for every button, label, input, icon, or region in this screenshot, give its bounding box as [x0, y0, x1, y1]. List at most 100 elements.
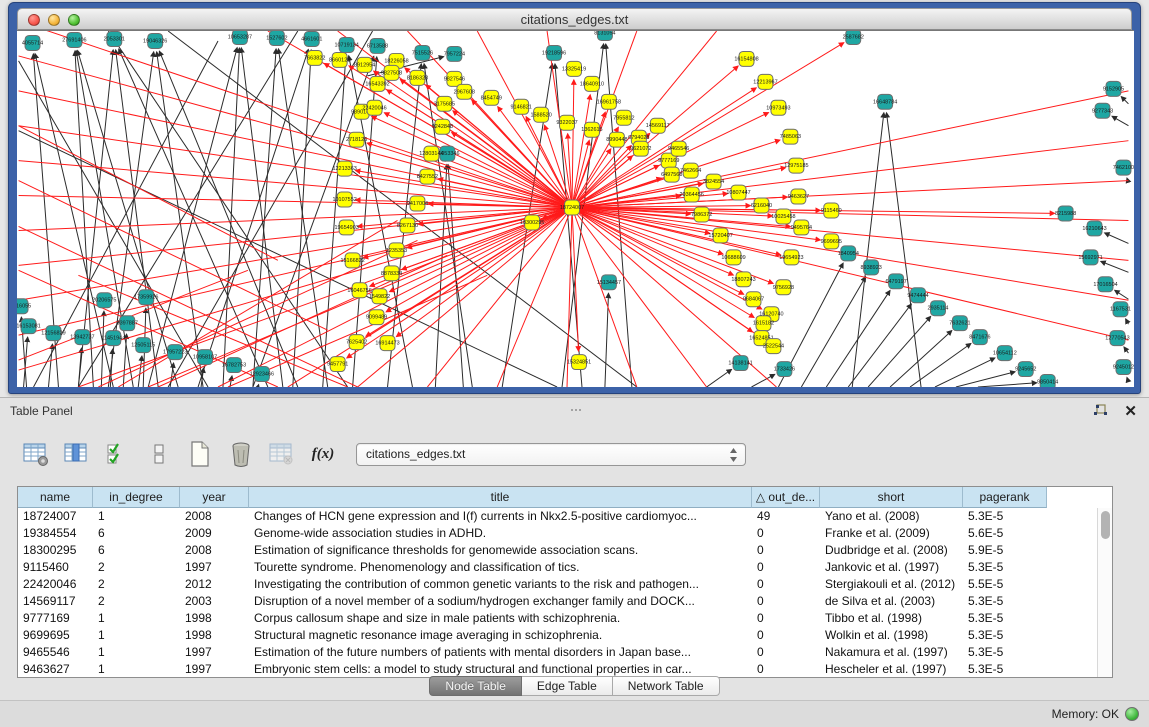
- table-cell[interactable]: 19384554: [18, 525, 93, 542]
- graph-edge[interactable]: [119, 49, 268, 387]
- graph-node[interactable]: 9242848: [432, 119, 453, 134]
- graph-edge[interactable]: [253, 49, 276, 387]
- table-cell[interactable]: 1: [93, 610, 180, 627]
- graph-edge[interactable]: [1127, 377, 1129, 382]
- table-cell[interactable]: 0: [752, 644, 820, 661]
- graph-edge[interactable]: [572, 95, 590, 208]
- graph-node[interactable]: 10807447: [726, 185, 750, 200]
- table-cell[interactable]: 5.6E-5: [963, 525, 1047, 542]
- table-cell[interactable]: Genome-wide association studies in ADHD.: [249, 525, 752, 542]
- table-cell[interactable]: 5.3E-5: [963, 610, 1047, 627]
- float-panel-icon[interactable]: [1093, 404, 1108, 418]
- table-cell[interactable]: 1998: [180, 627, 249, 644]
- column-header-pagerank[interactable]: pagerank: [963, 487, 1047, 508]
- graph-node[interactable]: 1235353: [386, 243, 407, 258]
- graph-node[interactable]: 9277343: [1092, 103, 1113, 118]
- graph-node[interactable]: 12213967: [753, 74, 777, 89]
- table-source-dropdown[interactable]: citations_edges.txt: [356, 443, 746, 466]
- graph-node[interactable]: 12770543: [1105, 331, 1129, 346]
- table-row[interactable]: 1872400712008Changes of HCN gene express…: [18, 508, 1112, 525]
- table-cell[interactable]: Dudbridge et al. (2008): [820, 542, 963, 559]
- graph-edge[interactable]: [78, 348, 81, 387]
- graph-node[interactable]: 7462100: [1113, 160, 1134, 175]
- graph-node[interactable]: 9417004: [407, 196, 428, 211]
- graph-node[interactable]: 9245652: [1015, 362, 1036, 377]
- graph-edge[interactable]: [910, 344, 971, 387]
- table-cell[interactable]: 2: [93, 559, 180, 576]
- graph-node[interactable]: 10688609: [721, 250, 745, 265]
- graph-node[interactable]: 6479197: [885, 274, 906, 289]
- graph-edge[interactable]: [1101, 261, 1129, 272]
- graph-node[interactable]: 9322037: [556, 115, 577, 130]
- graph-node[interactable]: 8912954: [354, 57, 375, 72]
- graph-edge[interactable]: [572, 80, 574, 208]
- graph-node[interactable]: 9495764: [791, 220, 812, 235]
- graph-node[interactable]: 2516055: [17, 299, 31, 314]
- table-cell[interactable]: 22420046: [18, 576, 93, 593]
- graph-node[interactable]: 2587682: [843, 30, 864, 44]
- graph-node[interactable]: 8938923: [861, 260, 882, 275]
- column-header-short[interactable]: short: [820, 487, 963, 508]
- table-cell[interactable]: Structural magnetic resonance image aver…: [249, 627, 752, 644]
- close-window-button[interactable]: [28, 14, 40, 26]
- table-cell[interactable]: 0: [752, 627, 820, 644]
- graph-node[interactable]: 17016504: [1093, 277, 1117, 292]
- table-cell[interactable]: 2: [93, 576, 180, 593]
- table-cell[interactable]: de Silva et al. (2003): [820, 593, 963, 610]
- column-edit-icon[interactable]: [63, 440, 91, 468]
- graph-node[interactable]: 9463627: [788, 189, 809, 204]
- graph-node[interactable]: 8215988: [1055, 206, 1076, 221]
- tab-node-table[interactable]: Node Table: [429, 676, 522, 696]
- table-cell[interactable]: 0: [752, 559, 820, 576]
- table-cell[interactable]: Jankovic et al. (1997): [820, 559, 963, 576]
- graph-edge[interactable]: [1126, 319, 1129, 324]
- graph-edge[interactable]: [19, 226, 358, 387]
- graph-node[interactable]: 13325419: [562, 61, 586, 76]
- graph-node[interactable]: 8878334: [381, 266, 402, 281]
- graph-node[interactable]: 2053301: [104, 31, 125, 46]
- column-header-name[interactable]: name: [18, 487, 93, 508]
- graph-node[interactable]: 3824554: [703, 174, 724, 189]
- table-cell[interactable]: 6: [93, 525, 180, 542]
- graph-node[interactable]: 14569117: [646, 118, 670, 133]
- graph-node[interactable]: 8471676: [969, 330, 990, 345]
- graph-node[interactable]: 7986372: [691, 207, 712, 222]
- graph-node[interactable]: 6713588: [367, 38, 388, 53]
- table-row[interactable]: 1830029562008Estimation of significance …: [18, 542, 1112, 559]
- graph-node[interactable]: 18807243: [731, 272, 755, 287]
- graph-node[interactable]: 12975185: [784, 158, 808, 173]
- graph-edge[interactable]: [572, 208, 1128, 341]
- table-cell[interactable]: 0: [752, 576, 820, 593]
- graph-node[interactable]: 1733426: [774, 362, 795, 377]
- graph-node[interactable]: 16153081: [17, 319, 41, 334]
- graph-edge[interactable]: [572, 141, 1128, 208]
- table-cell[interactable]: 18300295: [18, 542, 93, 559]
- graph-node[interactable]: 1615182: [753, 316, 774, 331]
- table-cell[interactable]: 5.3E-5: [963, 627, 1047, 644]
- graph-edge[interactable]: [258, 385, 259, 387]
- graph-node[interactable]: 8186328: [407, 70, 428, 85]
- table-cell[interactable]: 2009: [180, 525, 249, 542]
- table-cell[interactable]: Changes of HCN gene expression and I(f) …: [249, 508, 752, 525]
- table-row[interactable]: 977716911998Corpus callosum shape and si…: [18, 610, 1112, 627]
- column-header-year[interactable]: year: [180, 487, 249, 508]
- graph-node[interactable]: 1588520: [530, 107, 551, 122]
- graph-node[interactable]: 12213363: [332, 161, 356, 176]
- graph-edge[interactable]: [572, 31, 717, 208]
- graph-node[interactable]: 3175685: [434, 96, 455, 111]
- graph-node[interactable]: 8454749: [481, 90, 502, 105]
- graph-edge[interactable]: [158, 255, 447, 387]
- table-cell[interactable]: 0: [752, 525, 820, 542]
- graph-node[interactable]: 1527602: [266, 31, 287, 46]
- table-cell[interactable]: 0: [752, 542, 820, 559]
- graph-edge[interactable]: [19, 131, 557, 387]
- scrollbar-thumb[interactable]: [1101, 511, 1110, 539]
- graph-edge[interactable]: [1124, 347, 1128, 353]
- tab-network-table[interactable]: Network Table: [613, 676, 720, 696]
- table-cell[interactable]: Stergiakouli et al. (2012): [820, 576, 963, 593]
- graph-node[interactable]: 7957224: [444, 46, 465, 61]
- graph-node[interactable]: 2935114: [928, 301, 949, 316]
- graph-node[interactable]: 1362615: [581, 122, 602, 137]
- graph-node[interactable]: 1840954: [838, 246, 859, 261]
- zoom-window-button[interactable]: [68, 14, 80, 26]
